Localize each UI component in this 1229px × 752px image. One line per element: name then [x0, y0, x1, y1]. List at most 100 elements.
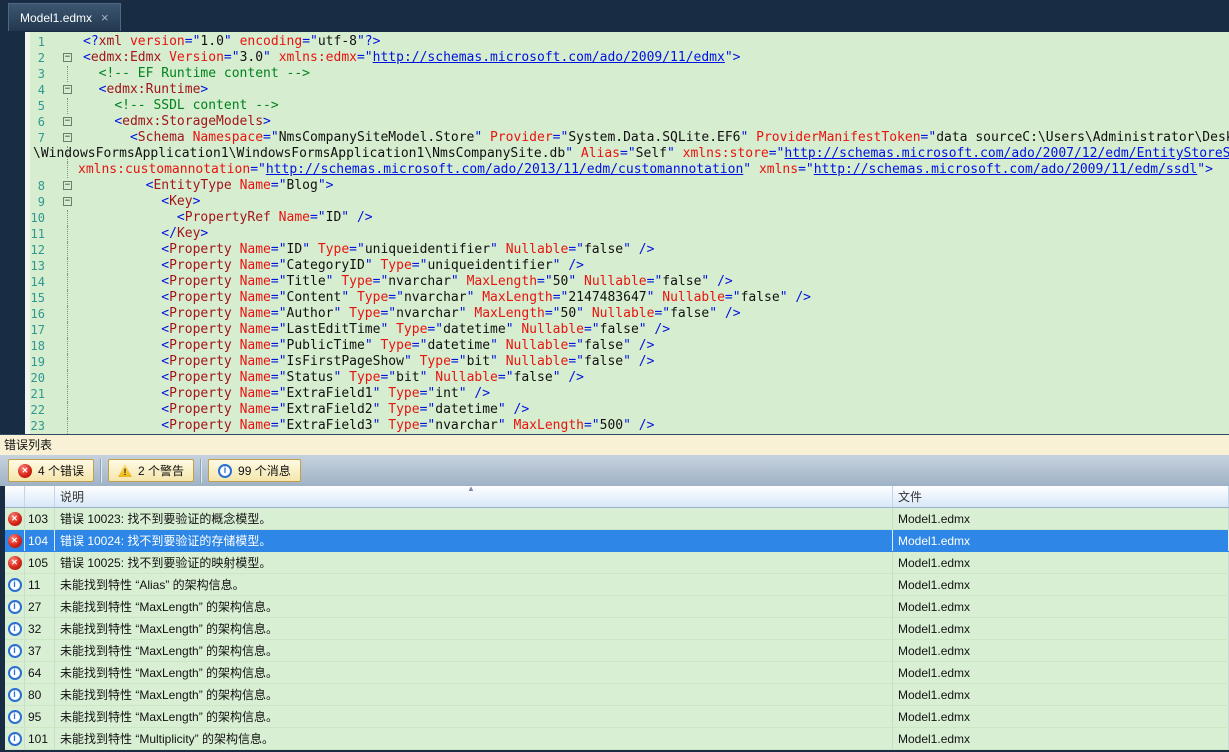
fold-guide-line — [62, 322, 74, 338]
severity-cell: i — [5, 596, 25, 617]
error-row[interactable]: ✕ 105 错误 10025: 找不到要验证的映射模型。 Model1.edmx — [5, 552, 1229, 574]
error-line-cell: 104 — [25, 530, 55, 551]
messages-filter-button[interactable]: i 99 个消息 — [208, 459, 301, 482]
error-line-cell: 64 — [25, 662, 55, 683]
code-editor[interactable]: 1 <?xml version="1.0" encoding="utf-8"?> 2… — [25, 32, 1229, 434]
code-line[interactable]: 8 − <EntityType Name="Blog"> — [30, 178, 1229, 194]
collapse-minus-icon[interactable]: − — [63, 197, 72, 206]
error-row[interactable]: i 37 未能找到特性 “MaxLength” 的架构信息。 Model1.edmx — [5, 640, 1229, 662]
error-icon: ✕ — [18, 463, 32, 478]
severity-cell: i — [5, 662, 25, 683]
fold-guide-line — [62, 258, 74, 274]
error-row[interactable]: i 95 未能找到特性 “MaxLength” 的架构信息。 Model1.edmx — [5, 706, 1229, 728]
tab-bar: Model1.edmx × — [0, 0, 1229, 32]
fold-toggle-icon[interactable]: − — [62, 82, 74, 98]
code-line[interactable]: 9 − <Key> — [30, 194, 1229, 210]
info-icon: i — [7, 621, 22, 636]
code-line[interactable]: 13 <Property Name="CategoryID" Type="uni… — [30, 258, 1229, 274]
line-number: 23 — [30, 419, 45, 433]
code-line[interactable]: 10 <PropertyRef Name="ID" /> — [30, 210, 1229, 226]
error-description-cell: 未能找到特性 “MaxLength” 的架构信息。 — [55, 662, 893, 683]
error-row[interactable]: i 101 未能找到特性 “Multiplicity” 的架构信息。 Model1.e… — [5, 728, 1229, 750]
code-line[interactable]: 14 <Property Name="Title" Type="nvarchar… — [30, 274, 1229, 290]
collapse-minus-icon[interactable]: − — [63, 85, 72, 94]
line-number: 3 — [37, 67, 45, 81]
fold-guide-line — [62, 290, 74, 306]
header-line-column — [25, 486, 55, 507]
collapse-minus-icon[interactable]: − — [63, 53, 72, 62]
code-line[interactable]: 1 <?xml version="1.0" encoding="utf-8"?> — [30, 34, 1229, 50]
toolbar-separator — [200, 458, 203, 483]
error-file-cell: Model1.edmx — [893, 728, 1229, 749]
errors-filter-label: 4 个错误 — [38, 464, 85, 478]
code-text: <Schema Namespace="NmsCompanySiteModel.S… — [129, 130, 1229, 145]
error-table-header: 说明 文件 ▲ — [5, 486, 1229, 508]
line-number: 1 — [37, 35, 45, 49]
info-icon: i — [7, 577, 22, 592]
error-row[interactable]: i 27 未能找到特性 “MaxLength” 的架构信息。 Model1.edmx — [5, 596, 1229, 618]
code-line[interactable]: 15 <Property Name="Content" Type="nvarch… — [30, 290, 1229, 306]
error-line-cell: 32 — [25, 618, 55, 639]
error-row[interactable]: i 64 未能找到特性 “MaxLength” 的架构信息。 Model1.edmx — [5, 662, 1229, 684]
error-row[interactable]: ✕ 104 错误 10024: 找不到要验证的存储模型。 Model1.edmx — [5, 530, 1229, 552]
line-number: 17 — [30, 323, 45, 337]
warnings-filter-label: 2 个警告 — [138, 464, 185, 478]
severity-cell: i — [5, 574, 25, 595]
fold-guide-line — [62, 162, 74, 178]
code-line[interactable]: \WindowsFormsApplication1\WindowsFormsAp… — [30, 146, 1229, 162]
code-text: <edmx:Runtime> — [98, 82, 209, 97]
warnings-filter-button[interactable]: ! 2 个警告 — [108, 459, 195, 482]
code-line[interactable]: 2 − <edmx:Edmx Version="3.0" xmlns:edmx="h… — [30, 50, 1229, 66]
code-line[interactable]: 12 <Property Name="ID" Type="uniqueident… — [30, 242, 1229, 258]
code-line[interactable]: 5 <!-- SSDL content --> — [30, 98, 1229, 114]
fold-toggle-icon[interactable]: − — [62, 114, 74, 130]
severity-cell: ✕ — [5, 508, 25, 529]
code-line[interactable]: xmlns:customannotation="http://schemas.m… — [30, 162, 1229, 178]
code-text: <Property Name="IsFirstPageShow" Type="b… — [161, 354, 655, 369]
errors-filter-button[interactable]: ✕ 4 个错误 — [8, 459, 95, 482]
error-line-cell: 11 — [25, 574, 55, 595]
code-line[interactable]: 21 <Property Name="ExtraField1" Type="in… — [30, 386, 1229, 402]
error-row[interactable]: i 32 未能找到特性 “MaxLength” 的架构信息。 Model1.edmx — [5, 618, 1229, 640]
error-row[interactable]: i 11 未能找到特性 “Alias” 的架构信息。 Model1.edmx — [5, 574, 1229, 596]
tab-close-icon[interactable]: × — [101, 11, 109, 24]
fold-guide-line — [62, 226, 74, 242]
code-line[interactable]: 3 <!-- EF Runtime content --> — [30, 66, 1229, 82]
line-number: 12 — [30, 243, 45, 257]
code-line[interactable]: 11 </Key> — [30, 226, 1229, 242]
info-icon: i — [7, 599, 22, 614]
error-line-cell: 103 — [25, 508, 55, 529]
code-line[interactable]: 22 <Property Name="ExtraField2" Type="da… — [30, 402, 1229, 418]
fold-toggle-icon[interactable]: − — [62, 178, 74, 194]
error-file-cell: Model1.edmx — [893, 508, 1229, 529]
code-line[interactable]: 18 <Property Name="PublicTime" Type="dat… — [30, 338, 1229, 354]
code-line[interactable]: 4 − <edmx:Runtime> — [30, 82, 1229, 98]
code-line[interactable]: 6 − <edmx:StorageModels> — [30, 114, 1229, 130]
tab-model1-edmx[interactable]: Model1.edmx × — [8, 3, 121, 31]
fold-guide-line — [62, 242, 74, 258]
info-icon: i — [218, 463, 233, 478]
fold-toggle-icon[interactable]: − — [62, 194, 74, 210]
header-file-column[interactable]: 文件 — [893, 486, 1229, 507]
code-line[interactable]: 17 <Property Name="LastEditTime" Type="d… — [30, 322, 1229, 338]
code-line[interactable]: 19 <Property Name="IsFirstPageShow" Type… — [30, 354, 1229, 370]
code-line[interactable]: 16 <Property Name="Author" Type="nvarcha… — [30, 306, 1229, 322]
collapse-minus-icon[interactable]: − — [63, 133, 72, 142]
code-line[interactable]: 23 <Property Name="ExtraField3" Type="nv… — [30, 418, 1229, 434]
code-text: <?xml version="1.0" encoding="utf-8"?> — [83, 34, 381, 49]
code-text: <EntityType Name="Blog"> — [145, 178, 334, 193]
error-row[interactable]: ✕ 103 错误 10023: 找不到要验证的概念模型。 Model1.edmx — [5, 508, 1229, 530]
error-line-cell: 101 — [25, 728, 55, 749]
severity-cell: ✕ — [5, 552, 25, 573]
collapse-minus-icon[interactable]: − — [63, 181, 72, 190]
line-number: 7 — [37, 131, 45, 145]
error-row[interactable]: i 80 未能找到特性 “MaxLength” 的架构信息。 Model1.edmx — [5, 684, 1229, 706]
fold-toggle-icon[interactable]: − — [62, 50, 74, 66]
line-number: 4 — [37, 83, 45, 97]
code-line[interactable]: 7 − <Schema Namespace="NmsCompanySiteMode… — [30, 130, 1229, 146]
collapse-minus-icon[interactable]: − — [63, 117, 72, 126]
line-number: 19 — [30, 355, 45, 369]
code-line[interactable]: 20 <Property Name="Status" Type="bit" Nu… — [30, 370, 1229, 386]
line-number: 22 — [30, 403, 45, 417]
fold-toggle-icon[interactable]: − — [62, 130, 74, 146]
